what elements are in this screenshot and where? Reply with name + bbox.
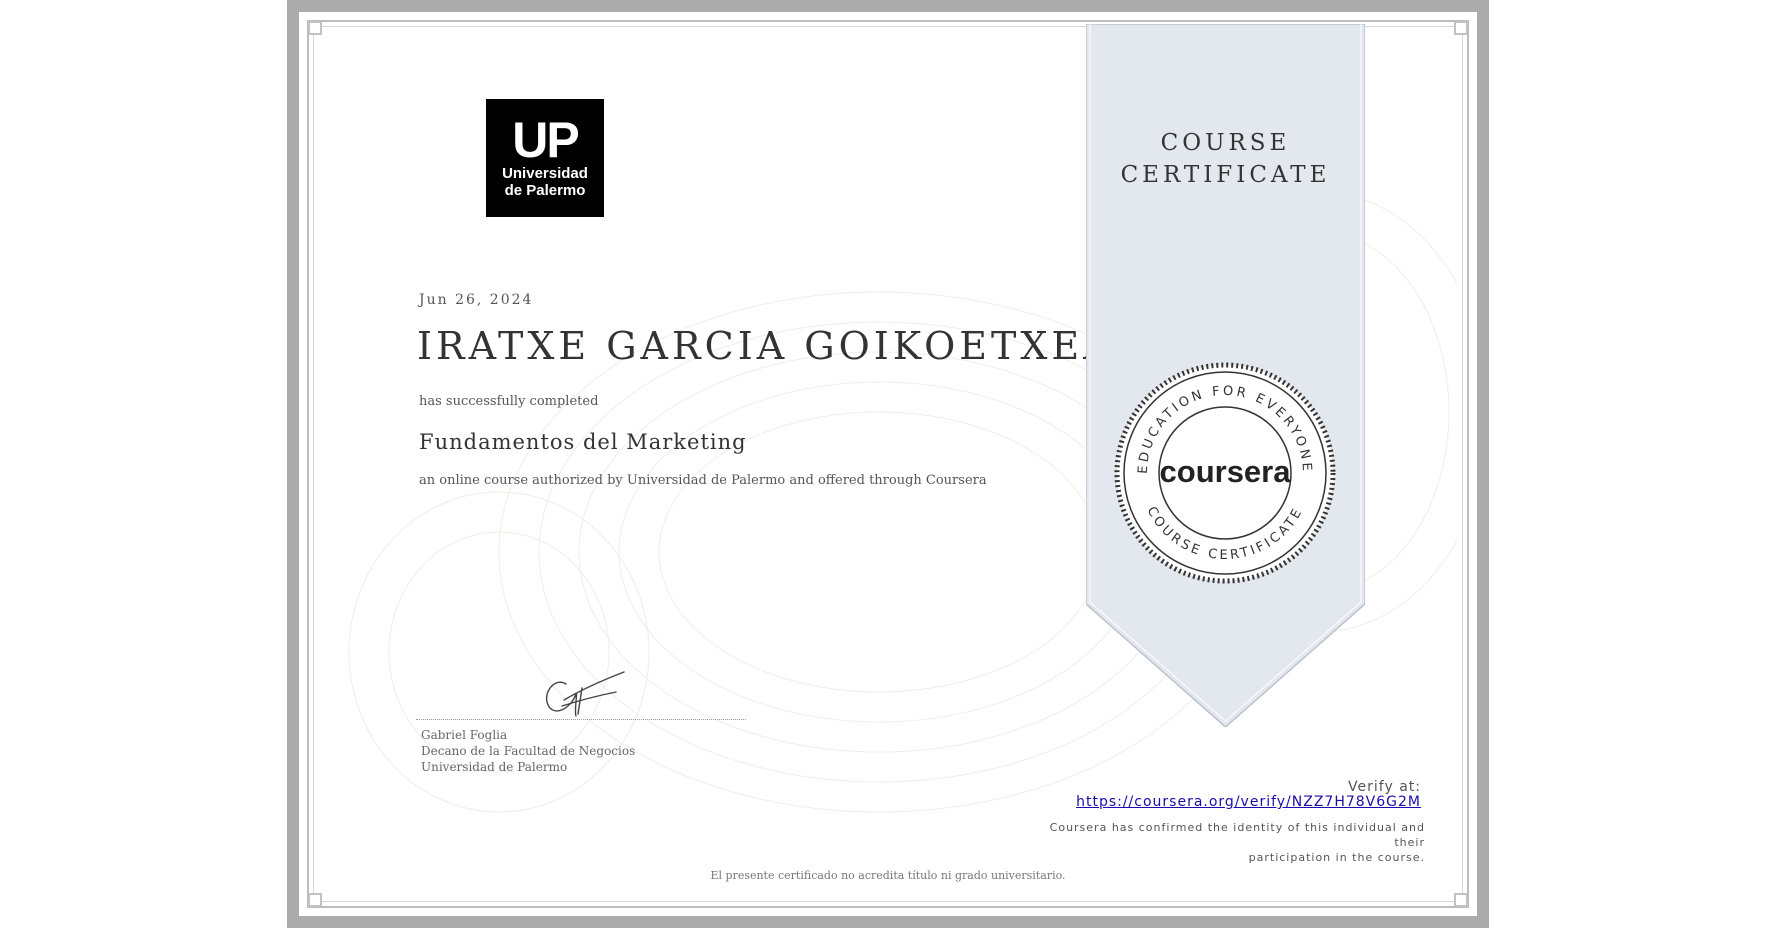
- completed-text: has successfully completed: [419, 394, 599, 409]
- verify-label: Verify at:: [1348, 779, 1421, 795]
- identity-confirmation: Coursera has confirmed the identity of t…: [1025, 820, 1425, 865]
- coursera-seal: EDUCATION FOR EVERYONE COURSE CERTIFICAT…: [1114, 362, 1336, 584]
- logo-monogram: UP: [512, 112, 579, 168]
- ribbon-title-line-1: COURSE: [1160, 130, 1291, 156]
- signatory-name: Gabriel Foglia: [421, 728, 508, 742]
- university-logo: UP Universidad de Palermo: [486, 99, 604, 217]
- confirmation-line-1: Coursera has confirmed the identity of t…: [1049, 821, 1425, 849]
- signatory-organization: Universidad de Palermo: [421, 760, 568, 774]
- signature-image: [545, 671, 625, 717]
- signature-line: [416, 719, 746, 720]
- certificate-frame: UP Universidad de Palermo Jun 26, 2024 I…: [287, 0, 1489, 928]
- recipient-name: IRATXE GARCIA GOIKOETXEA: [417, 324, 1115, 368]
- certificate-paper: UP Universidad de Palermo Jun 26, 2024 I…: [299, 12, 1477, 916]
- completion-date: Jun 26, 2024: [419, 292, 534, 308]
- seal-brand: coursera: [1160, 454, 1292, 489]
- authorization-text: an online course authorized by Universid…: [419, 473, 987, 488]
- ribbon-title-line-2: CERTIFICATE: [1120, 162, 1331, 188]
- footer-disclaimer: El presente certificado no acredita títu…: [710, 869, 1066, 882]
- logo-line-1: Universidad: [502, 165, 588, 182]
- ribbon-title: COURSE CERTIFICATE: [1086, 127, 1365, 191]
- signatory-title: Decano de la Facultad de Negocios: [421, 744, 636, 758]
- logo-line-2: de Palermo: [504, 182, 586, 199]
- verify-link[interactable]: https://coursera.org/verify/NZZ7H78V6G2M: [1076, 794, 1421, 810]
- confirmation-line-2: participation in the course.: [1248, 851, 1425, 864]
- course-title: Fundamentos del Marketing: [419, 430, 747, 454]
